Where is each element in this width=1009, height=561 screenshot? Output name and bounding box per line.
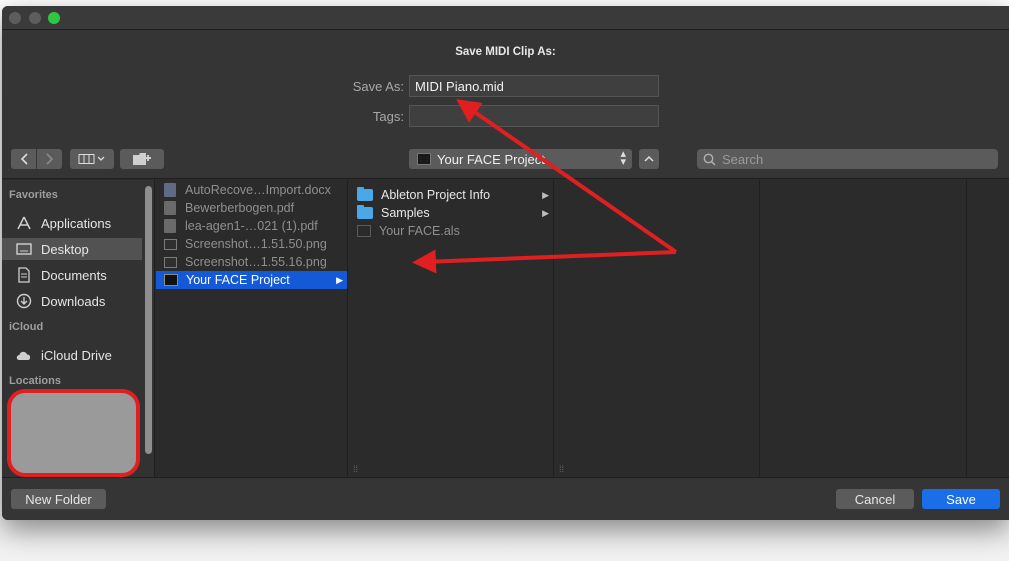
list-item[interactable]: Samples ▶ <box>349 204 553 222</box>
list-item[interactable]: AutoRecove…Import.docx <box>156 181 347 199</box>
list-item-selected[interactable]: Your FACE Project ▶ <box>156 271 347 289</box>
dialog-footer: New Folder Cancel Save <box>2 477 1009 520</box>
sidebar-item-label: iCloud Drive <box>41 347 112 363</box>
column-resize-handle[interactable]: ⁞⁞ <box>559 464 564 474</box>
image-file-icon <box>164 256 177 268</box>
save-dialog: Save MIDI Clip As: Save As: Tags: <box>2 6 1009 520</box>
applications-icon <box>15 215 33 231</box>
save-as-field[interactable] <box>409 75 659 97</box>
cloud-icon <box>15 347 33 363</box>
desktop-icon <box>15 241 33 257</box>
chevron-right-icon <box>45 153 53 165</box>
expand-collapse-button[interactable] <box>639 149 659 169</box>
browser-column-4 <box>761 180 967 477</box>
zoom-window-button[interactable] <box>48 12 60 24</box>
tags-label: Tags: <box>372 109 404 124</box>
view-mode-button[interactable] <box>70 149 114 169</box>
chevron-up-icon <box>644 155 654 162</box>
sidebar-item-desktop[interactable]: Desktop <box>2 238 142 260</box>
column-view-icon <box>78 154 105 164</box>
browser-column-1: AutoRecove…Import.docx Bewerberbogen.pdf… <box>156 180 348 477</box>
new-folder-icon-button[interactable] <box>120 149 164 169</box>
file-name: Ableton Project Info <box>381 188 491 202</box>
search-input[interactable] <box>722 151 982 167</box>
sidebar-scrollbar[interactable] <box>145 186 152 454</box>
image-file-icon <box>164 238 177 250</box>
list-item[interactable]: Screenshot…1.55.16.png <box>156 253 347 271</box>
browser-column-2: Ableton Project Info ▶ Samples ▶ Your FA… <box>349 180 554 477</box>
file-name: Your FACE Project <box>186 273 290 287</box>
minimize-window-button[interactable] <box>29 12 41 24</box>
save-as-label: Save As: <box>352 79 404 94</box>
column-browser: AutoRecove…Import.docx Bewerberbogen.pdf… <box>156 180 1009 477</box>
search-field[interactable] <box>697 149 998 169</box>
browser-column-5 <box>968 180 1009 477</box>
list-item[interactable]: Ableton Project Info ▶ <box>349 186 553 204</box>
folder-icon <box>357 187 373 201</box>
disclosure-arrow-icon: ▶ <box>336 274 343 285</box>
folder-icon <box>357 205 373 219</box>
sidebar-item-label: Downloads <box>41 293 106 309</box>
list-item[interactable]: lea-agen1-…021 (1).pdf <box>156 217 347 235</box>
file-name: Screenshot…1.55.16.png <box>185 255 327 269</box>
browser-toolbar: Your FACE Project ▴ ▾ <box>2 137 1009 179</box>
list-item[interactable]: Bewerberbogen.pdf <box>156 199 347 217</box>
chevron-left-icon <box>20 153 28 165</box>
project-icon <box>417 153 431 165</box>
browser-column-3: ⁞⁞ <box>555 180 760 477</box>
column-resize-handle[interactable]: ⁞⁞ <box>353 464 358 474</box>
dialog-header: Save MIDI Clip As: Save As: Tags: <box>2 30 1009 137</box>
file-name: Your FACE.als <box>379 224 460 238</box>
favorites-section-label: Favorites <box>9 189 58 201</box>
word-document-icon <box>164 183 176 197</box>
documents-icon <box>15 267 33 283</box>
sidebar-item-documents[interactable]: Documents <box>2 264 142 286</box>
icloud-section-label: iCloud <box>9 321 44 333</box>
project-folder-icon <box>164 274 178 286</box>
dialog-title: Save MIDI Clip As: <box>455 46 556 58</box>
sidebar-item-label: Desktop <box>41 241 89 257</box>
sidebar: Favorites Applications Desktop Documents <box>2 180 155 477</box>
updown-chevron-icon: ▴ ▾ <box>620 148 626 168</box>
new-folder-button[interactable]: New Folder <box>11 489 106 509</box>
file-name: Screenshot…1.51.50.png <box>185 237 327 251</box>
pdf-icon <box>164 219 176 233</box>
tags-field[interactable] <box>409 105 659 127</box>
file-name: AutoRecove…Import.docx <box>185 183 331 197</box>
list-item[interactable]: Your FACE.als <box>349 222 553 240</box>
sidebar-item-applications[interactable]: Applications <box>2 212 142 234</box>
sidebar-item-icloud-drive[interactable]: iCloud Drive <box>2 344 142 366</box>
disclosure-arrow-icon: ▶ <box>542 207 549 218</box>
screenshot-stage: Save MIDI Clip As: Save As: Tags: <box>0 0 1009 561</box>
location-label: Your FACE Project <box>437 151 545 167</box>
downloads-icon <box>15 293 33 309</box>
redacted-locations-highlight <box>7 389 140 477</box>
forward-button[interactable] <box>37 149 62 169</box>
file-name: Samples <box>381 206 430 220</box>
save-button[interactable]: Save <box>922 489 1000 509</box>
cancel-button[interactable]: Cancel <box>836 489 914 509</box>
pdf-icon <box>164 201 176 215</box>
close-window-button[interactable] <box>9 12 21 24</box>
title-bar <box>2 6 1009 30</box>
list-item[interactable]: Screenshot…1.51.50.png <box>156 235 347 253</box>
search-icon <box>703 153 716 166</box>
file-name: lea-agen1-…021 (1).pdf <box>185 219 318 233</box>
new-folder-icon <box>133 153 151 165</box>
sidebar-item-label: Applications <box>41 215 112 231</box>
sidebar-item-label: Documents <box>41 267 107 283</box>
disclosure-arrow-icon: ▶ <box>542 189 549 200</box>
locations-section-label: Locations <box>9 375 61 387</box>
back-button[interactable] <box>11 149 36 169</box>
location-popup[interactable]: Your FACE Project ▴ ▾ <box>409 149 632 169</box>
file-name: Bewerberbogen.pdf <box>185 201 295 215</box>
sidebar-item-downloads[interactable]: Downloads <box>2 290 142 312</box>
ableton-set-icon <box>357 225 371 237</box>
